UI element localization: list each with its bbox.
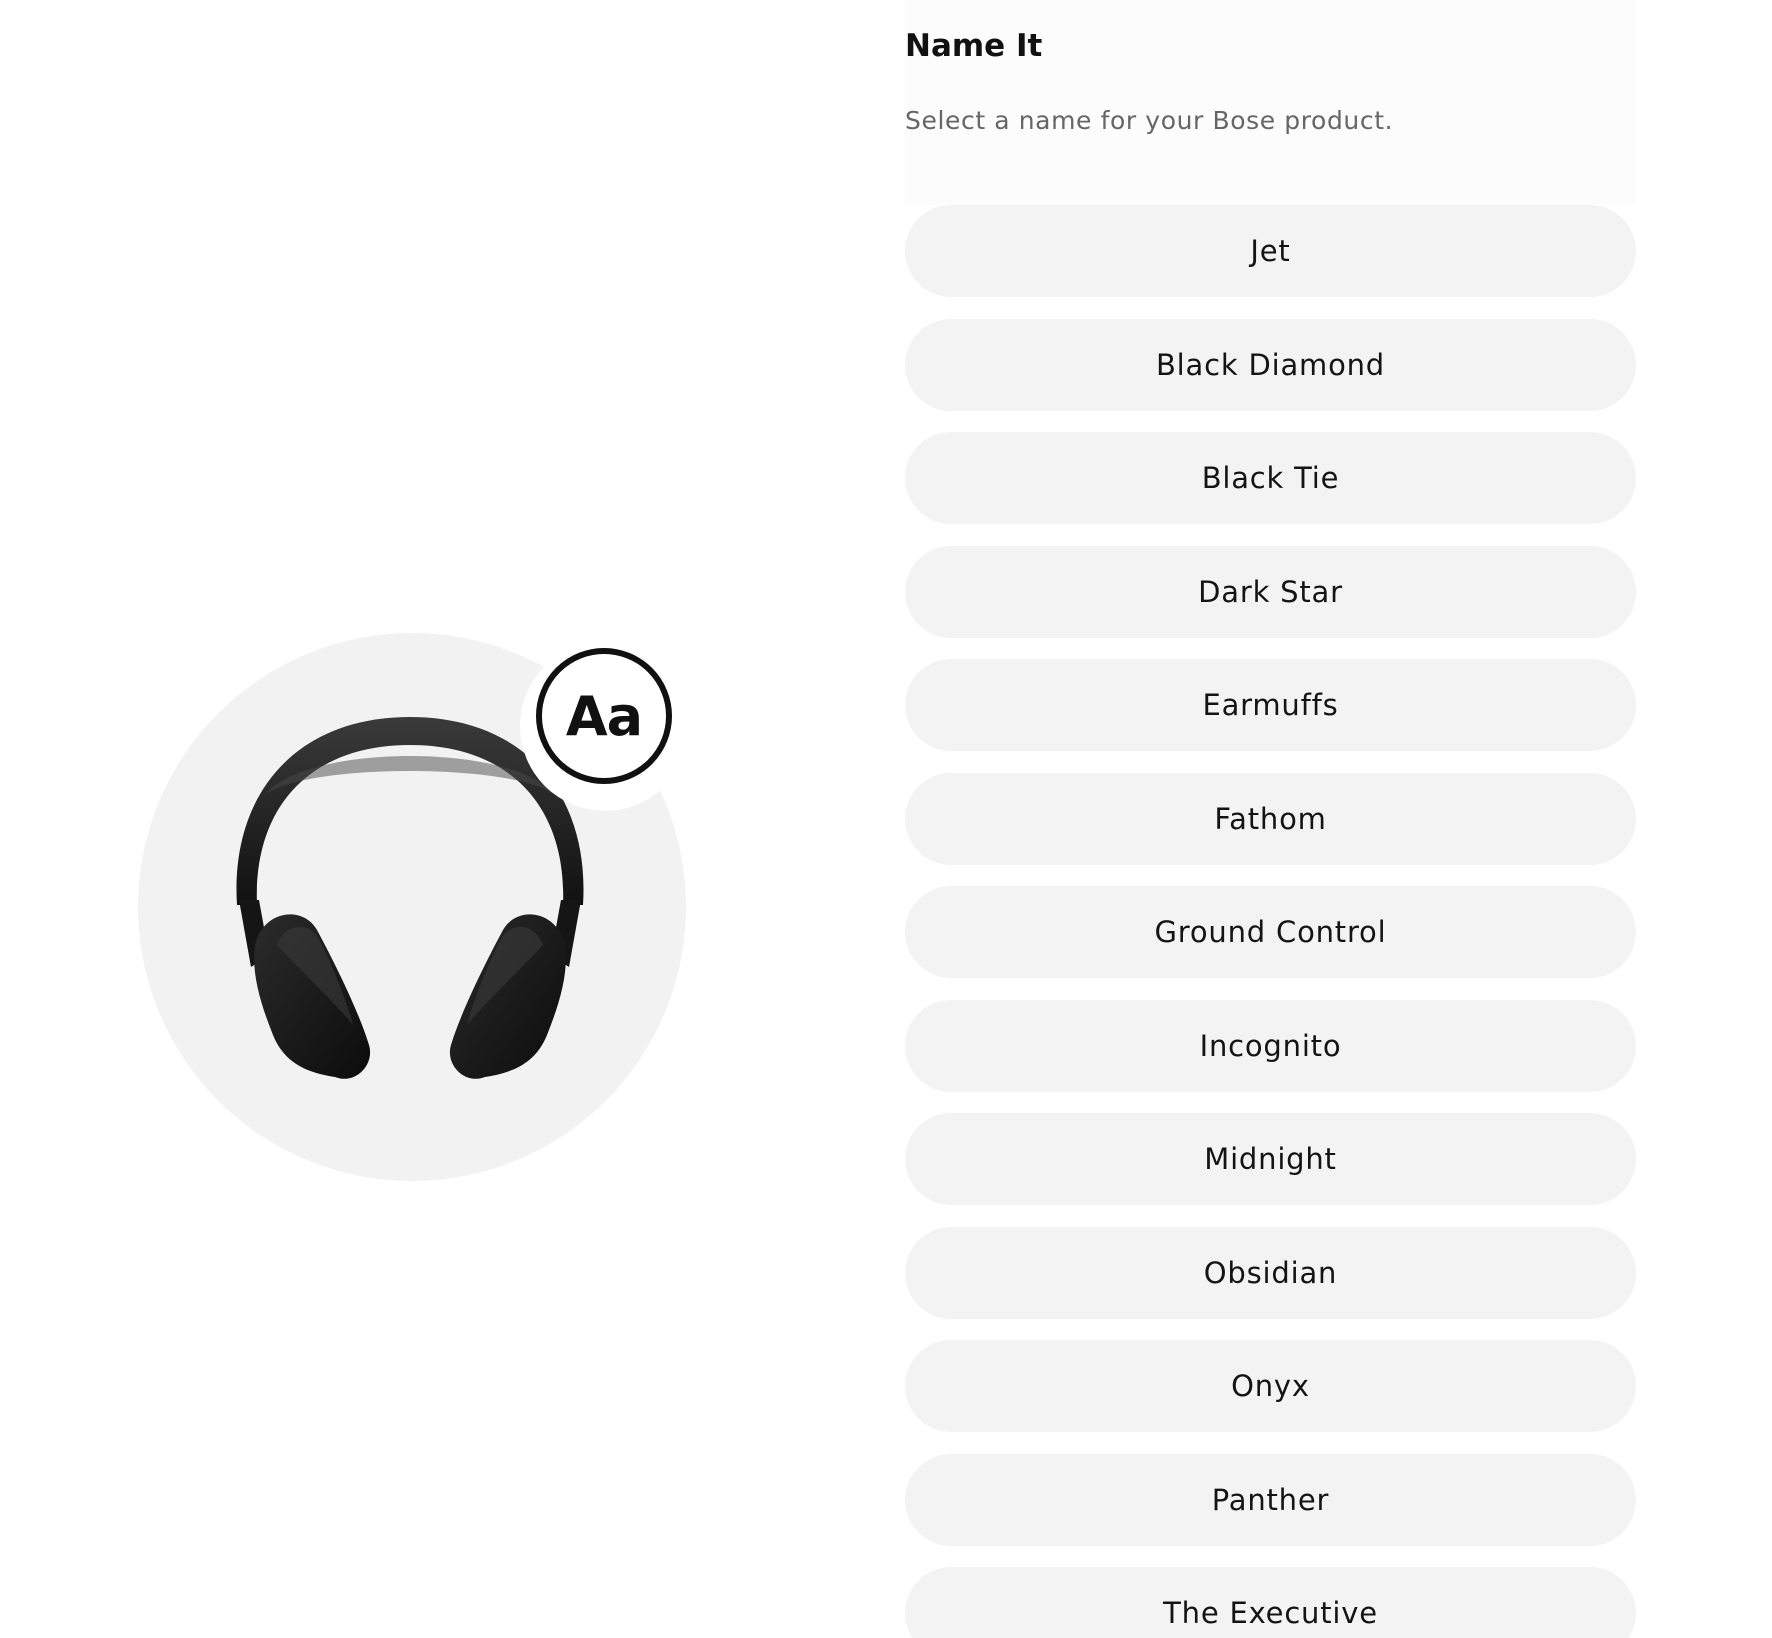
- name-option-incognito[interactable]: Incognito: [905, 999, 1636, 1092]
- name-option-fathom[interactable]: Fathom: [905, 772, 1636, 865]
- name-option-ground-control[interactable]: Ground Control: [905, 886, 1636, 978]
- name-panel: Name It Select a name for your Bose prod…: [905, 0, 1636, 1638]
- page-title: Name It: [905, 28, 1043, 64]
- name-option-jet[interactable]: Jet: [905, 205, 1636, 297]
- product-illustration: Aa: [0, 0, 840, 1638]
- name-option-earmuffs[interactable]: Earmuffs: [905, 659, 1636, 751]
- name-option-obsidian[interactable]: Obsidian: [905, 1226, 1636, 1319]
- name-option-dark-star[interactable]: Dark Star: [905, 545, 1636, 638]
- name-option-black-diamond[interactable]: Black Diamond: [905, 318, 1636, 411]
- name-option-onyx[interactable]: Onyx: [905, 1340, 1636, 1432]
- text-style-badge-icon: Aa: [536, 648, 672, 784]
- header: Name It Select a name for your Bose prod…: [905, 0, 1636, 205]
- name-option-black-tie[interactable]: Black Tie: [905, 432, 1636, 524]
- name-option-panther[interactable]: Panther: [905, 1453, 1636, 1546]
- name-option-midnight[interactable]: Midnight: [905, 1113, 1636, 1205]
- name-options-list[interactable]: Jet Black Diamond Black Tie Dark Star Ea…: [905, 205, 1636, 1638]
- page-subtitle: Select a name for your Bose product.: [905, 106, 1394, 135]
- name-option-the-executive[interactable]: The Executive: [905, 1567, 1636, 1638]
